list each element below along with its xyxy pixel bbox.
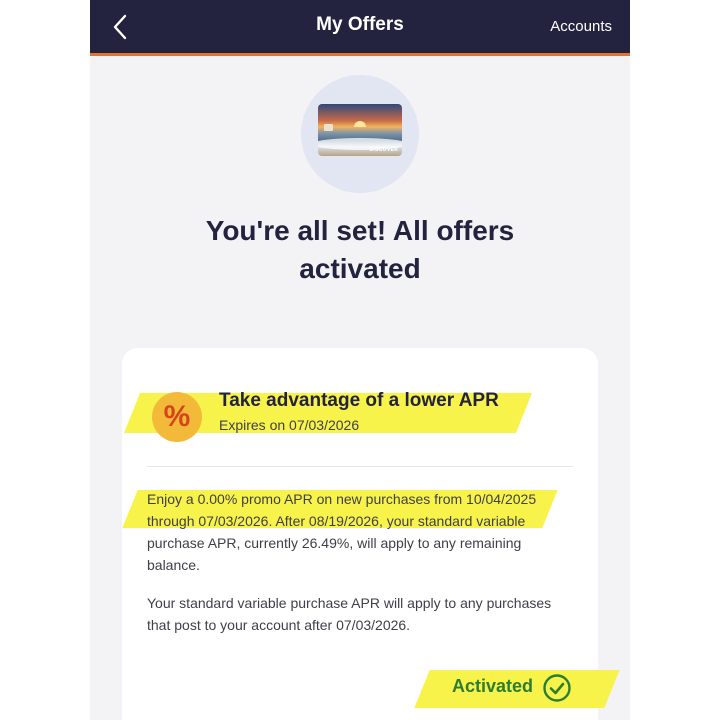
check-circle-icon [542,673,572,703]
card-image: DISCOVER [318,104,402,156]
offer-description: Enjoy a 0.00% promo APR on new purchases… [147,491,537,573]
card-chip [324,124,333,131]
offers-screen: My Offers Accounts DISCOVER You're all s… [90,0,630,720]
offer-terms: Your standard variable purchase APR will… [147,595,552,633]
accounts-link[interactable]: Accounts [550,18,612,35]
card-image-container: DISCOVER [301,75,419,193]
top-nav-bar: My Offers Accounts [90,0,630,56]
page-title: My Offers [316,14,404,35]
confirmation-headline: You're all set! All offers activated [205,215,515,284]
percent-icon: % [152,392,202,442]
card-art-sun [354,121,366,127]
offer-title: Take advantage of a lower APR [219,390,499,411]
card-brand-logo: DISCOVER [369,147,398,153]
offer-expiration: Expires on 07/03/2026 [219,417,360,433]
offer-card: % Take advantage of a lower APR Expires … [122,348,620,720]
divider [147,466,573,467]
activated-status: Activated [452,676,534,696]
